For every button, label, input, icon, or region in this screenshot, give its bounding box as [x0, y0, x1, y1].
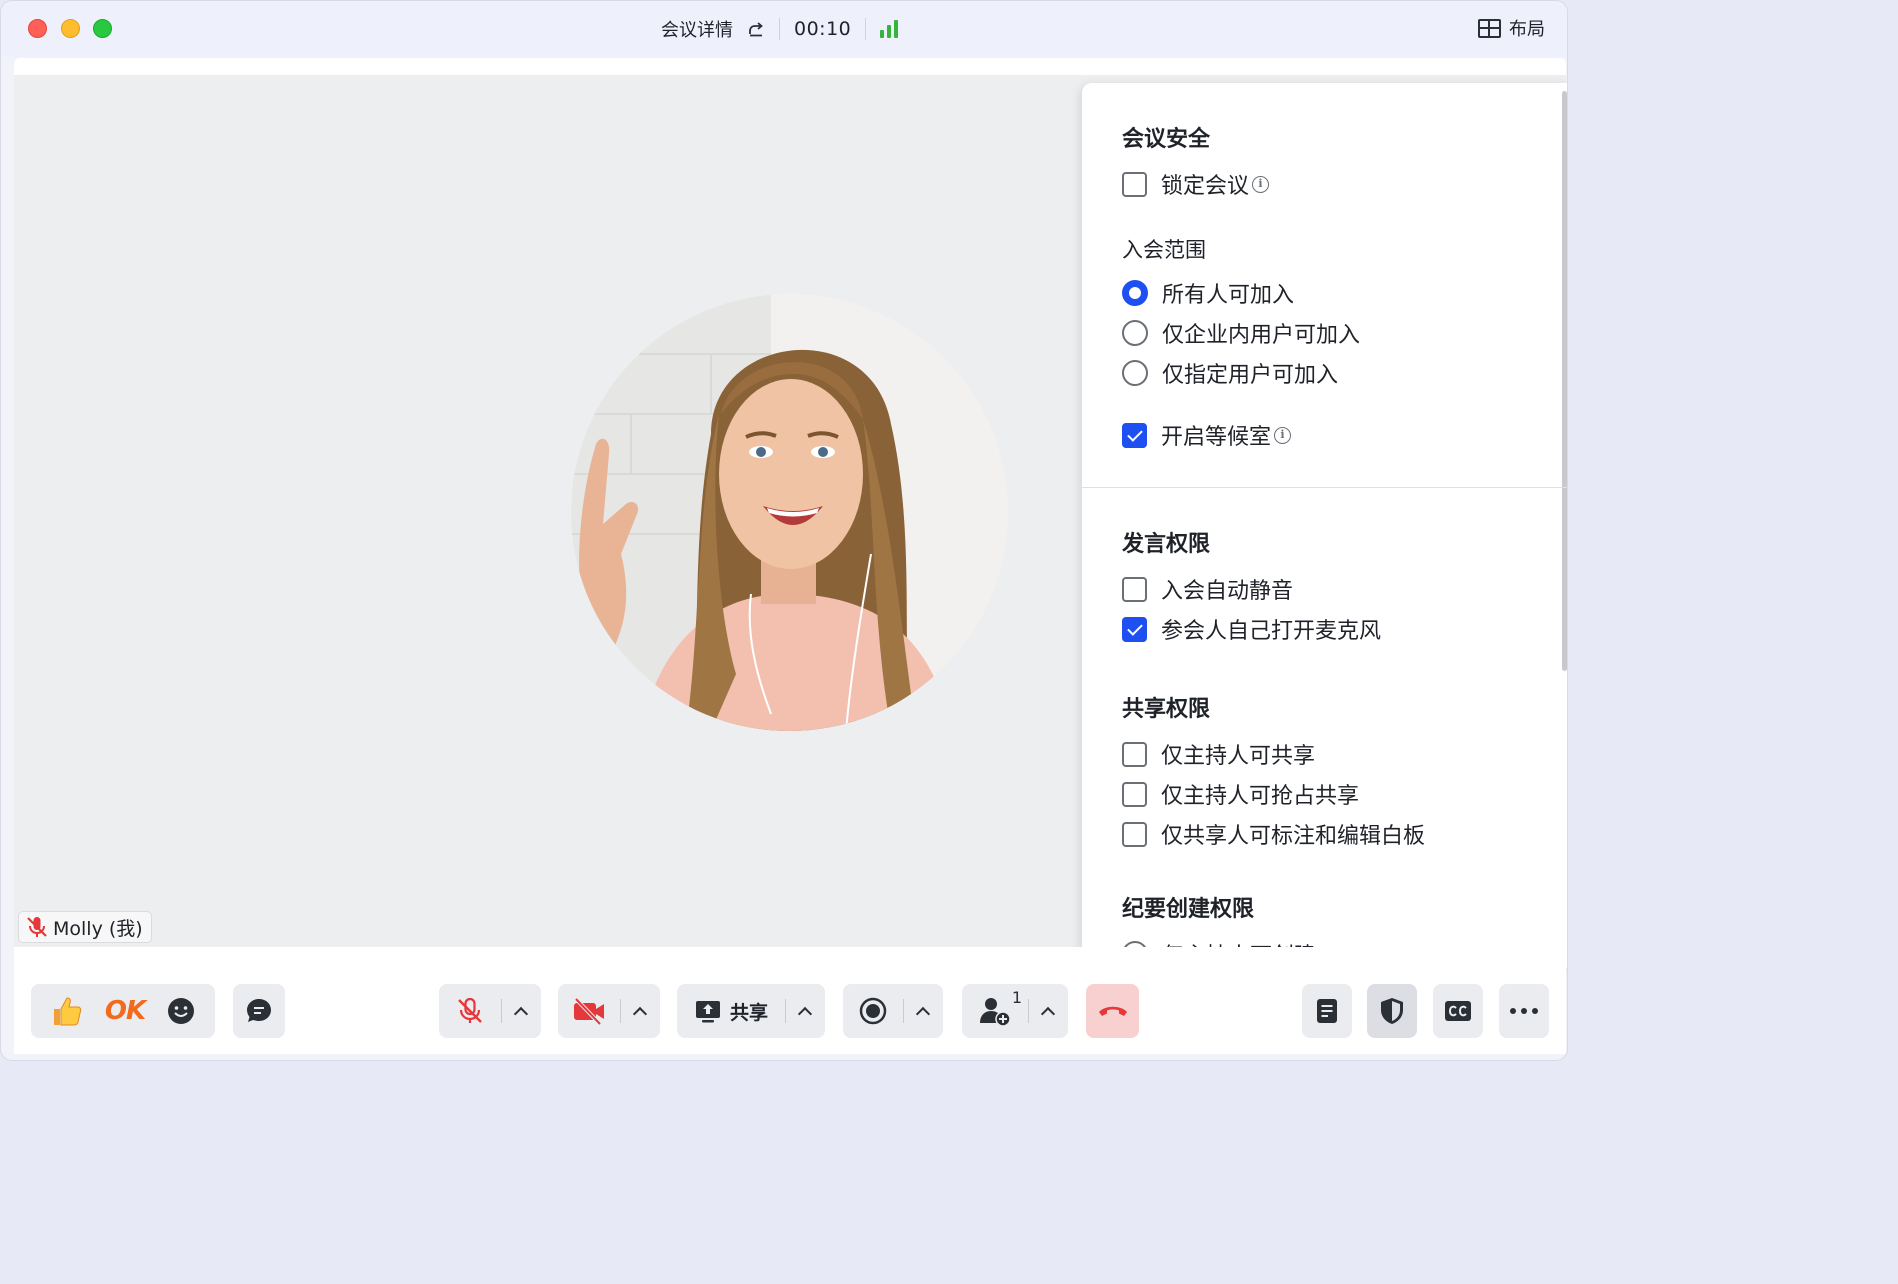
network-signal-icon[interactable]	[880, 20, 899, 38]
join-scope-label: 所有人可加入	[1162, 283, 1295, 308]
chat-button[interactable]	[233, 984, 285, 1038]
waiting-room-checkbox[interactable]	[1122, 422, 1147, 448]
share-host-preempt-checkbox[interactable]	[1122, 781, 1147, 807]
security-button[interactable]	[1367, 984, 1417, 1038]
share-screen-button[interactable]: 共享	[677, 984, 785, 1038]
auto-mute-checkbox[interactable]	[1122, 576, 1147, 602]
record-icon	[859, 997, 887, 1025]
title-bar: 会议详情 00:10 布局	[1, 1, 1567, 57]
share-control: 共享	[677, 984, 825, 1038]
info-icon[interactable]: i	[1274, 426, 1292, 444]
panel-scrollbar[interactable]	[1562, 91, 1567, 671]
stage-header-strip	[14, 58, 1566, 75]
participants-count: 1	[1011, 988, 1022, 1007]
join-scope-option-internal[interactable]: 仅企业内用户可加入	[1122, 319, 1361, 348]
self-unmute-checkbox[interactable]	[1122, 616, 1147, 642]
captions-button[interactable]	[1433, 984, 1483, 1038]
emoji-icon[interactable]	[166, 996, 196, 1026]
share-label: 共享	[729, 1001, 768, 1024]
meeting-security-title: 会议安全	[1122, 127, 1211, 152]
grid-layout-icon	[1478, 18, 1501, 38]
join-scope-label: 仅企业内用户可加入	[1162, 323, 1361, 348]
join-scope-option-specified[interactable]: 仅指定用户可加入	[1122, 359, 1339, 388]
reactions-group: OK	[31, 984, 215, 1038]
mic-options-caret[interactable]	[501, 984, 541, 1038]
camera-off-icon	[574, 997, 604, 1026]
window-minimize-button[interactable]	[61, 19, 80, 38]
closed-captions-icon	[1445, 1001, 1471, 1021]
summary-permission-title: 纪要创建权限	[1122, 897, 1255, 922]
meeting-details-link[interactable]: 会议详情	[661, 16, 733, 42]
divider	[779, 18, 780, 40]
chat-bubble-icon	[247, 999, 271, 1022]
lock-meeting-label: 锁定会议	[1161, 174, 1250, 199]
share-annotate-option[interactable]: 仅共享人可标注和编辑白板	[1122, 820, 1426, 849]
auto-mute-label: 入会自动静音	[1161, 579, 1294, 604]
notes-icon	[1317, 999, 1337, 1023]
share-annotate-checkbox[interactable]	[1122, 821, 1147, 847]
thumbs-up-icon[interactable]	[50, 994, 84, 1028]
participants-button[interactable]: 1	[962, 984, 1028, 1038]
share-screen-icon	[695, 1001, 720, 1023]
shield-icon	[1381, 998, 1403, 1024]
record-button[interactable]	[843, 984, 903, 1038]
speak-permission-title: 发言权限	[1122, 532, 1211, 557]
participants-options-caret[interactable]	[1028, 984, 1068, 1038]
participants-icon	[980, 998, 1011, 1027]
auto-mute-option[interactable]: 入会自动静音	[1122, 575, 1294, 604]
join-scope-option-everyone[interactable]: 所有人可加入	[1122, 279, 1295, 308]
join-scope-radio[interactable]	[1122, 320, 1148, 346]
join-scope-radio[interactable]	[1122, 280, 1148, 306]
meeting-window: 会议详情 00:10 布局 Molly (我) 会议安全 锁定会议 i 入会范围…	[0, 0, 1568, 1061]
lock-meeting-checkbox[interactable]	[1122, 171, 1147, 197]
participant-name-tag: Molly (我)	[18, 911, 152, 943]
share-host-only-label: 仅主持人可共享	[1161, 744, 1316, 769]
share-annotate-label: 仅共享人可标注和编辑白板	[1161, 824, 1426, 849]
share-options-caret[interactable]	[785, 984, 825, 1038]
meeting-info-bar: 会议详情 00:10	[661, 15, 899, 43]
participants-control: 1	[962, 984, 1068, 1038]
mic-off-icon	[458, 997, 482, 1023]
hang-up-icon	[1098, 1006, 1127, 1016]
camera-toggle-button[interactable]	[558, 984, 620, 1038]
notes-button[interactable]	[1302, 984, 1352, 1038]
info-icon[interactable]: i	[1252, 175, 1270, 193]
join-scope-radio[interactable]	[1122, 360, 1148, 386]
layout-button[interactable]: 布局	[1478, 15, 1545, 41]
avatar-photo	[571, 294, 1008, 731]
waiting-room-option[interactable]: 开启等候室 i	[1122, 421, 1292, 450]
meeting-timer: 00:10	[794, 18, 852, 40]
camera-control	[558, 984, 660, 1038]
security-panel: 会议安全 锁定会议 i 入会范围 所有人可加入 仅企业内用户可加入 仅指定用户可…	[1082, 83, 1567, 968]
share-host-preempt-option[interactable]: 仅主持人可抢占共享	[1122, 780, 1360, 809]
record-control	[843, 984, 943, 1038]
ok-reaction-button[interactable]: OK	[105, 996, 146, 1026]
share-permission-title: 共享权限	[1122, 697, 1211, 722]
layout-label: 布局	[1509, 19, 1545, 40]
more-options-button[interactable]	[1499, 984, 1549, 1038]
divider	[865, 18, 867, 40]
microphone-control	[439, 984, 541, 1038]
participant-name: Molly (我)	[53, 917, 143, 940]
participant-avatar	[571, 294, 1008, 731]
self-unmute-option[interactable]: 参会人自己打开麦克风	[1122, 615, 1382, 644]
self-unmute-label: 参会人自己打开麦克风	[1161, 619, 1382, 644]
join-scope-title: 入会范围	[1122, 238, 1206, 262]
camera-options-caret[interactable]	[620, 984, 660, 1038]
leave-meeting-button[interactable]	[1086, 984, 1139, 1038]
record-options-caret[interactable]	[903, 984, 943, 1038]
share-host-only-checkbox[interactable]	[1122, 741, 1147, 767]
lock-meeting-option[interactable]: 锁定会议 i	[1122, 170, 1270, 199]
window-close-button[interactable]	[28, 19, 47, 38]
waiting-room-label: 开启等候室	[1161, 425, 1272, 450]
join-scope-label: 仅指定用户可加入	[1162, 363, 1339, 388]
share-host-preempt-label: 仅主持人可抢占共享	[1161, 784, 1360, 809]
window-maximize-button[interactable]	[93, 19, 112, 38]
mic-toggle-button[interactable]	[439, 984, 501, 1038]
mic-muted-icon	[27, 917, 47, 937]
section-divider	[1082, 487, 1567, 488]
more-dots-icon	[1510, 1008, 1538, 1014]
share-out-icon[interactable]	[747, 20, 765, 38]
share-host-only-option[interactable]: 仅主持人可共享	[1122, 740, 1316, 769]
